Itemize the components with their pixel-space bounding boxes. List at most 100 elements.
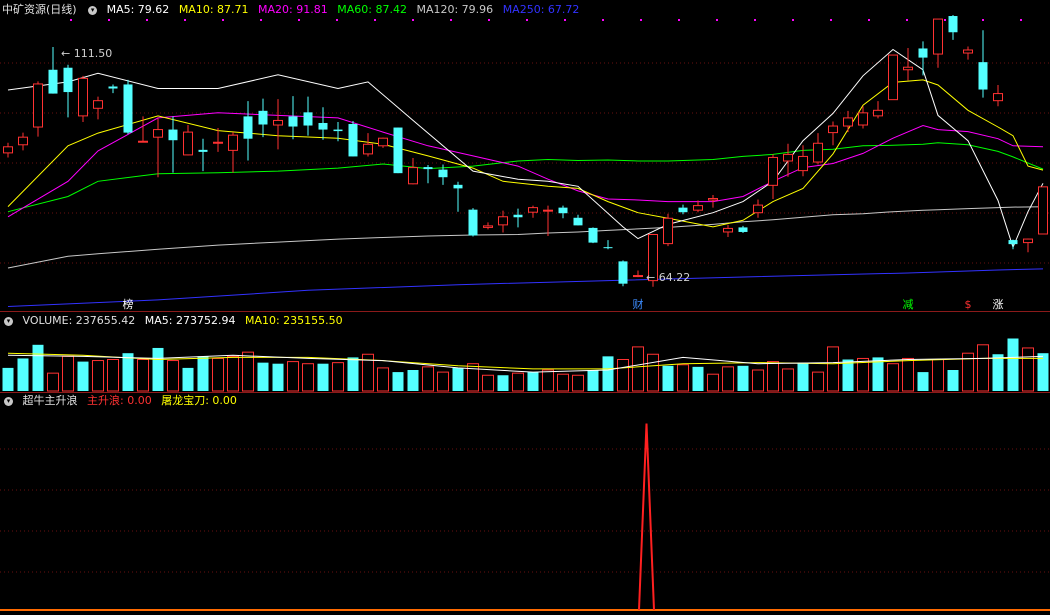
volume-bar: [512, 372, 524, 392]
volume-bar: [122, 353, 134, 391]
candle-body: [318, 122, 328, 130]
candle-body: [903, 66, 913, 71]
candle-body: [978, 62, 988, 90]
top-dot-marker: [298, 19, 300, 21]
volume-bar: [827, 346, 839, 392]
event-marker: 涨: [993, 298, 1004, 311]
candle-body: [603, 247, 613, 249]
event-marker: 榜: [123, 297, 134, 311]
top-dot-marker: [146, 19, 148, 21]
volume-bar: [137, 359, 149, 392]
volume-bar: [572, 374, 584, 392]
candle-body: [588, 227, 598, 243]
candle-body: [288, 116, 298, 127]
volume-bar: [722, 366, 734, 392]
candle-body: [363, 143, 373, 155]
candle-body: [558, 207, 568, 214]
candle-body: [993, 93, 1003, 102]
candle-body: [333, 129, 343, 132]
candle-body: [378, 137, 388, 147]
ma10-line: [7, 79, 1044, 228]
volume-bar: [407, 370, 419, 391]
candle-body: [618, 261, 628, 284]
candle-body: [423, 167, 433, 170]
top-dot-marker: [678, 19, 680, 21]
candle-body: [153, 129, 163, 138]
candle-body: [663, 217, 673, 245]
volume-bar: [182, 367, 194, 391]
candle-body: [468, 209, 478, 236]
top-dot-marker: [222, 19, 224, 21]
candle-body: [393, 127, 403, 174]
volume-bar: [842, 359, 854, 391]
candle-body: [228, 134, 238, 151]
volume-bar: [1007, 338, 1019, 391]
top-dot-marker: [754, 19, 756, 21]
volume-bar: [932, 359, 944, 392]
candle-body: [348, 123, 358, 157]
volume-bar: [287, 361, 299, 392]
volume-bar: [1022, 347, 1034, 392]
volume-bar: [47, 372, 59, 392]
volume-bar: [317, 363, 329, 391]
volume-bar: [812, 371, 824, 392]
volume-bar: [632, 346, 644, 392]
candle-body: [213, 141, 223, 144]
candle-body: [918, 48, 928, 58]
candle-body: [963, 49, 973, 54]
volume-bar: [542, 369, 554, 392]
top-dot-marker: [602, 19, 604, 21]
volume-bar: [227, 355, 239, 392]
candle-body: [753, 204, 763, 214]
candle-body: [498, 216, 508, 226]
volume-bar: [587, 370, 599, 391]
high-price-label: ← 111.50: [61, 47, 112, 60]
candle-body: [198, 149, 208, 152]
top-dot-marker: [1020, 19, 1022, 21]
volume-bar: [62, 355, 74, 392]
candle-body: [1023, 238, 1033, 244]
candle-body: [513, 214, 523, 218]
volume-bar: [917, 372, 929, 391]
volume-bar: [752, 369, 764, 392]
volume-bar: [107, 359, 119, 392]
candle-body: [858, 112, 868, 126]
volume-bar: [782, 368, 794, 392]
volume-bar: [2, 367, 14, 391]
volume-bar: [707, 373, 719, 392]
candle-body: [708, 198, 718, 201]
low-price-label: ← 64.22: [646, 271, 690, 284]
candle-body: [63, 67, 73, 93]
candle-body: [483, 225, 493, 228]
event-marker: 财: [633, 297, 644, 311]
candle-body: [33, 83, 43, 128]
top-dot-marker: [70, 19, 72, 21]
volume-bar: [422, 366, 434, 392]
volume-bar: [92, 360, 104, 392]
chart-canvas[interactable]: ← 111.50 ← 64.22 榜 财 减 $ 涨: [0, 0, 1050, 615]
candle-body: [408, 167, 418, 185]
ma120-line: [7, 206, 1044, 269]
candle-body: [3, 146, 13, 154]
volume-bar: [947, 370, 959, 391]
candle-body: [123, 84, 133, 133]
volume-bar: [857, 357, 869, 392]
ma60-line: [7, 142, 1044, 213]
volume-bar: [977, 344, 989, 392]
volume-bar: [677, 364, 689, 392]
candle-body: [798, 155, 808, 172]
candle-body: [933, 18, 943, 55]
candle-body: [783, 153, 793, 162]
candle-body: [183, 131, 193, 156]
candle-body: [888, 54, 898, 101]
candle-body: [813, 142, 823, 163]
candle-body: [18, 136, 28, 146]
top-dot-marker: [108, 19, 110, 21]
top-dot-marker: [526, 19, 528, 21]
top-dot-marker: [564, 19, 566, 21]
volume-bar: [992, 354, 1004, 391]
volume-bar: [332, 362, 344, 392]
volume-bar: [902, 357, 914, 392]
candle-body: [828, 125, 838, 134]
top-dot-marker: [488, 19, 490, 21]
